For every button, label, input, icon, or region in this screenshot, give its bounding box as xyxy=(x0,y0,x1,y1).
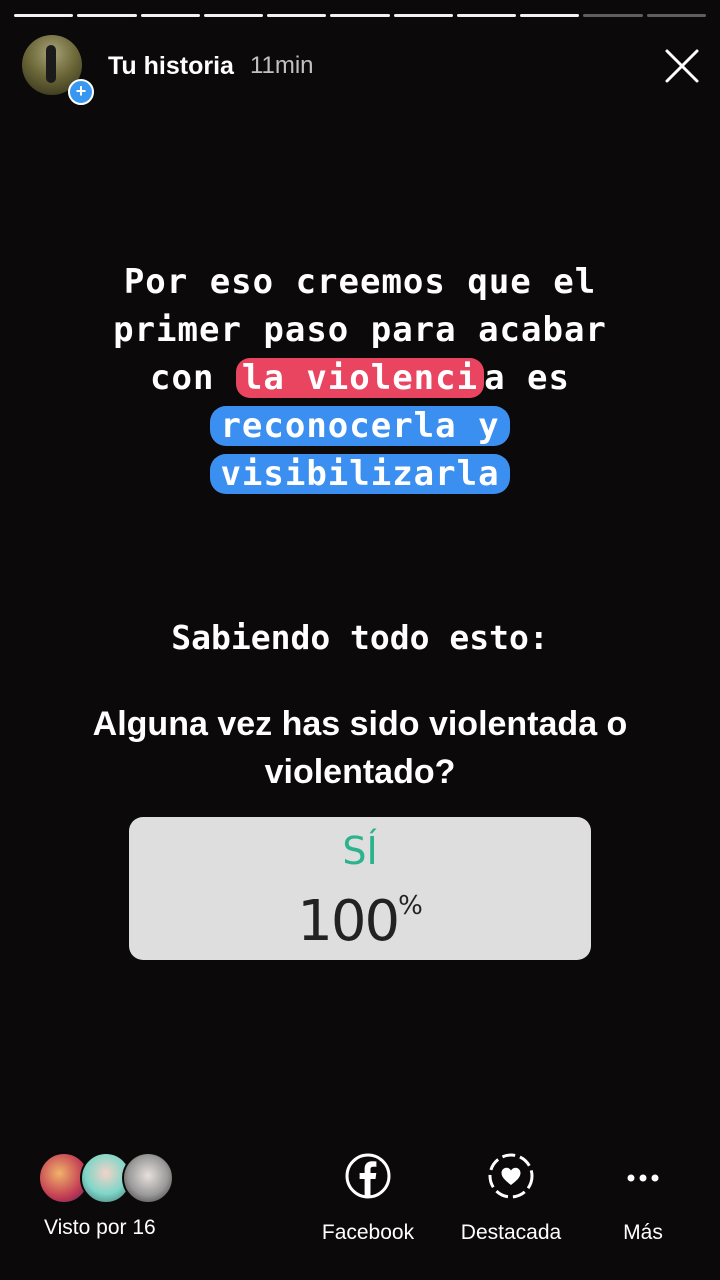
progress-segment xyxy=(267,14,327,17)
story-subtitle: Sabiendo todo esto: xyxy=(171,618,549,657)
more-label: Más xyxy=(623,1221,663,1244)
story-progress-bar xyxy=(14,14,706,17)
red-highlight-text: la violenci xyxy=(235,358,485,398)
message-line: reconocerla y xyxy=(40,402,680,450)
message-line: primer paso para acabar xyxy=(113,310,607,350)
blue-highlight-text: visibilizarla xyxy=(210,454,510,494)
viewer-avatar xyxy=(122,1152,174,1204)
facebook-share-button[interactable]: Facebook xyxy=(318,1152,418,1245)
message-text: con xyxy=(150,358,236,398)
poll-percent-unit: % xyxy=(398,891,423,921)
facebook-label: Facebook xyxy=(321,1221,415,1244)
progress-segment xyxy=(520,14,580,17)
progress-segment xyxy=(140,14,200,17)
story-timestamp: 11min xyxy=(249,52,314,79)
progress-segment xyxy=(77,14,137,17)
highlight-button[interactable]: Destacada xyxy=(452,1152,570,1245)
highlight-heart-icon xyxy=(488,1153,534,1199)
story-message: Por eso creemos que el primer paso para … xyxy=(40,258,680,498)
story-owner-title[interactable]: Tu historia xyxy=(108,52,234,81)
message-text: a es xyxy=(484,358,570,398)
blue-highlight-text: reconocerla y xyxy=(210,406,510,446)
more-button[interactable]: Más xyxy=(612,1152,674,1245)
message-line: visibilizarla xyxy=(40,450,680,498)
poll-percent-value: 100 xyxy=(297,889,400,954)
progress-segment xyxy=(393,14,453,17)
profile-avatar[interactable]: + xyxy=(22,35,94,105)
poll-question: Alguna vez has sido violentada o violent… xyxy=(92,705,628,791)
poll-option-label: SÍ xyxy=(342,829,378,873)
more-icon xyxy=(627,1174,659,1182)
viewer-avatars[interactable] xyxy=(38,1152,178,1204)
progress-segment xyxy=(646,14,706,17)
progress-segment xyxy=(456,14,517,17)
highlight-label: Destacada xyxy=(460,1221,562,1244)
add-story-badge[interactable]: + xyxy=(68,79,94,105)
seen-by-label[interactable]: Visto por 16 xyxy=(44,1216,156,1240)
poll-result-card[interactable]: SÍ 100% xyxy=(129,817,591,960)
message-line: Por eso creemos que el xyxy=(123,262,597,302)
progress-segment xyxy=(583,14,643,17)
story-footer: Visto por 16 Facebook Destacada Más xyxy=(0,1150,720,1250)
message-line: con la violenci a es xyxy=(40,354,680,402)
story-header: + Tu historia 11min xyxy=(22,34,700,105)
progress-segment xyxy=(330,14,390,17)
close-icon[interactable] xyxy=(664,48,700,84)
progress-segment xyxy=(14,14,74,17)
progress-segment xyxy=(203,14,264,17)
poll-percent: 100% xyxy=(129,889,591,954)
facebook-icon xyxy=(345,1153,391,1199)
